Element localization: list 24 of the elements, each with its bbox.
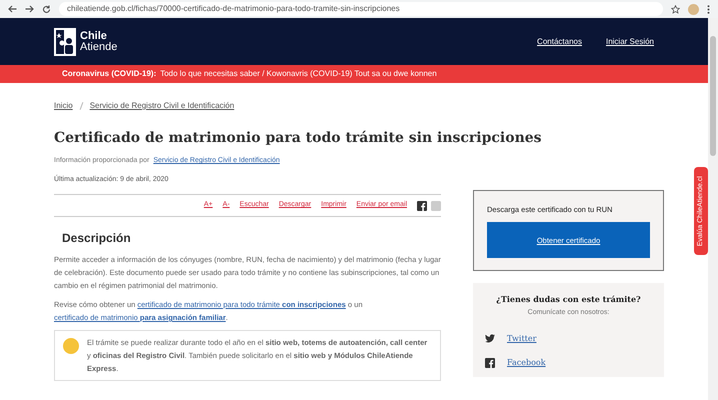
social-link[interactable]: Twitter <box>507 332 536 345</box>
section-title: Descripción <box>62 230 132 247</box>
bird-icon <box>485 334 495 344</box>
logo-text: Atiende <box>80 42 118 52</box>
family-logo-icon[interactable] <box>54 28 76 56</box>
menu-icon[interactable] <box>707 4 710 14</box>
breadcrumb-link[interactable]: Inicio <box>54 100 73 112</box>
reload-icon[interactable] <box>42 4 51 14</box>
header-link[interactable]: Iniciar Sesión <box>606 36 654 48</box>
facebook-icon <box>417 200 427 210</box>
help-card-title: ¿Tienes dudas con este trámite? <box>496 293 641 306</box>
breadcrumb-link[interactable]: Servicio de Registro Civil e Identificación <box>90 100 234 112</box>
star-icon[interactable] <box>671 4 680 14</box>
alert-label: Coronavirus (COVID-19): <box>62 68 156 80</box>
scrollbar-thumb[interactable] <box>710 36 716 156</box>
header-link[interactable]: Contáctanos <box>537 36 582 48</box>
forward-arrow-icon[interactable] <box>25 5 34 13</box>
address-bar[interactable]: chileatiende.gob.cl/fichas/70000-certificado-de-matrimonio-para-todo-tramite-sin-inscripciones <box>59 2 663 16</box>
logo-text: Chile <box>80 30 108 42</box>
back-arrow-icon[interactable] <box>8 5 17 13</box>
social-link[interactable]: Facebook <box>507 356 546 369</box>
page-title: Certificado de matrimonio para todo trámite sin inscripciones <box>54 129 542 148</box>
facebook-icon <box>485 358 495 368</box>
alert-link[interactable]: Todo lo que necesitas saber / Kowonavris (COVID-19) Tout sa ou dwe konnen <box>160 68 437 80</box>
